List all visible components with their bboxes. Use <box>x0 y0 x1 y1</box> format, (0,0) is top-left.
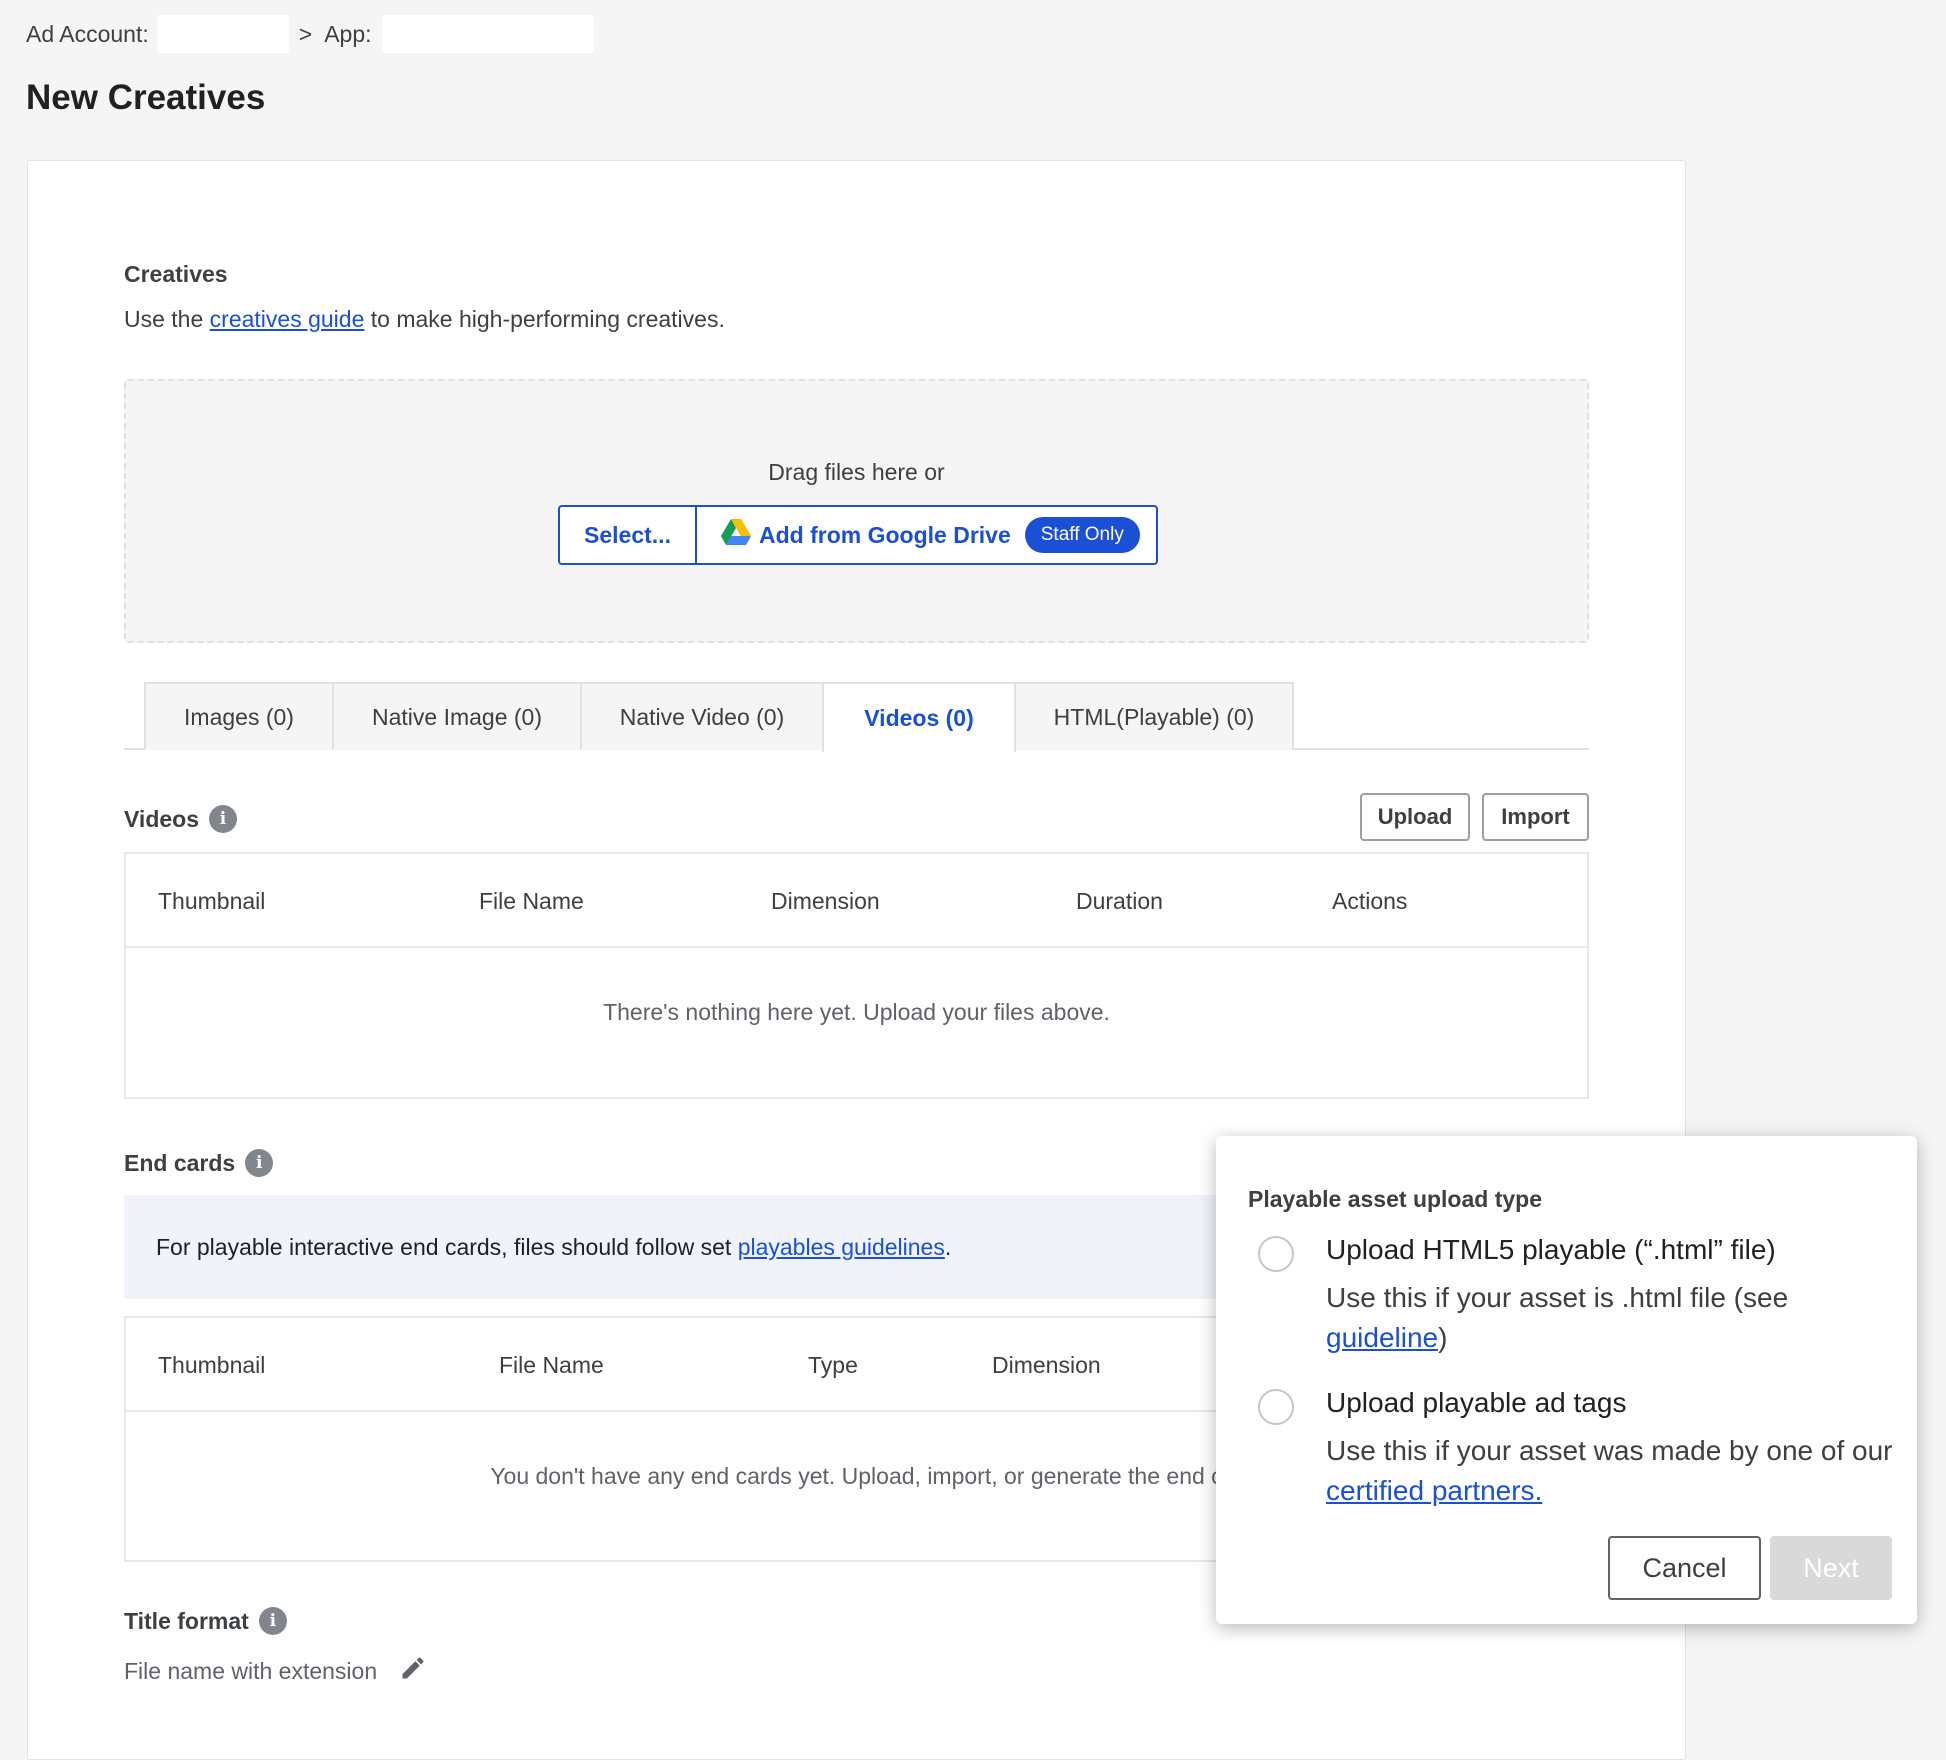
column-duration: Duration <box>1076 887 1163 914</box>
option-playable-ad-tags[interactable]: Upload playable ad tags Use this if your… <box>1258 1387 1898 1507</box>
tab-images[interactable]: Images (0) <box>144 682 334 750</box>
upload-button[interactable]: Upload <box>1360 793 1470 841</box>
videos-section-title: Videos i <box>124 805 237 833</box>
creatives-helper-text: Use the creatives guide to make high-per… <box>124 306 725 333</box>
option-description: Use this if your asset is .html file (se… <box>1326 1278 1896 1358</box>
breadcrumb-separator: > <box>298 20 313 47</box>
next-button[interactable]: Next <box>1770 1536 1892 1600</box>
playable-upload-type-popover: Playable asset upload type Upload HTML5 … <box>1216 1136 1917 1624</box>
helper-prefix: Use the <box>124 306 210 332</box>
google-drive-label: Add from Google Drive <box>759 521 1011 548</box>
option-label: Upload HTML5 playable (“.html” file) <box>1326 1234 1776 1265</box>
column-type: Type <box>808 1351 858 1378</box>
google-drive-icon <box>721 518 751 552</box>
breadcrumb: Ad Account: > App: <box>26 14 594 54</box>
dropzone-text: Drag files here or <box>768 459 945 485</box>
notice-suffix: . <box>944 1233 952 1260</box>
end-cards-section-title: End cards i <box>124 1149 274 1177</box>
tab-native-image[interactable]: Native Image (0) <box>332 682 582 750</box>
certified-partners-link[interactable]: certified partners. <box>1326 1475 1542 1506</box>
creatives-guide-link[interactable]: creatives guide <box>210 306 365 332</box>
videos-table: Thumbnail File Name Dimension Duration A… <box>124 852 1589 1099</box>
creatives-title-text: Creatives <box>124 261 228 287</box>
helper-suffix: to make high-performing creatives. <box>364 306 725 332</box>
notice-prefix: For playable interactive end cards, file… <box>156 1233 732 1260</box>
option-desc-prefix: Use this if your asset was made by one o… <box>1326 1435 1893 1466</box>
option-desc-prefix: Use this if your asset is .html file (se… <box>1326 1282 1789 1313</box>
title-format-title-text: Title format <box>124 1607 249 1634</box>
guideline-link[interactable]: guideline <box>1326 1322 1438 1353</box>
pencil-icon[interactable] <box>399 1654 427 1688</box>
column-dimension: Dimension <box>992 1351 1101 1378</box>
add-from-google-drive-button[interactable]: Add from Google Drive Staff Only <box>697 507 1156 563</box>
videos-table-header: Thumbnail File Name Dimension Duration A… <box>126 854 1587 948</box>
radio-unchecked-icon[interactable] <box>1258 1389 1294 1425</box>
app-value[interactable] <box>381 15 594 53</box>
cancel-button[interactable]: Cancel <box>1608 1536 1761 1600</box>
column-file-name: File Name <box>479 887 584 914</box>
column-dimension: Dimension <box>771 887 880 914</box>
tab-videos[interactable]: Videos (0) <box>822 682 1016 752</box>
option-desc-suffix: ) <box>1438 1322 1448 1353</box>
file-dropzone[interactable]: Drag files here or Select... Add from Go… <box>124 379 1589 643</box>
select-files-button[interactable]: Select... <box>560 507 697 563</box>
creatives-section-title: Creatives <box>124 261 228 288</box>
videos-empty-state: There's nothing here yet. Upload your fi… <box>603 999 1110 1025</box>
option-html5-playable[interactable]: Upload HTML5 playable (“.html” file) Use… <box>1258 1234 1898 1354</box>
tab-html-playable[interactable]: HTML(Playable) (0) <box>1014 682 1294 750</box>
upload-button-group: Select... Add from Google Drive Staff On… <box>558 505 1158 565</box>
info-icon[interactable]: i <box>245 1149 274 1177</box>
title-format-text: File name with extension <box>124 1657 378 1684</box>
column-thumbnail: Thumbnail <box>158 1351 266 1378</box>
popover-title: Playable asset upload type <box>1248 1186 1543 1212</box>
info-icon[interactable]: i <box>258 1607 287 1635</box>
import-button[interactable]: Import <box>1482 793 1589 841</box>
title-format-section-title: Title format i <box>124 1607 287 1635</box>
radio-unchecked-icon[interactable] <box>1258 1236 1294 1272</box>
app-label: App: <box>324 20 372 47</box>
title-format-value: File name with extension <box>124 1654 427 1688</box>
column-thumbnail: Thumbnail <box>158 887 266 914</box>
column-actions: Actions <box>1332 887 1408 914</box>
option-label: Upload playable ad tags <box>1326 1387 1627 1418</box>
playables-guidelines-link[interactable]: playables guidelines <box>738 1234 945 1261</box>
info-icon[interactable]: i <box>209 805 237 833</box>
page-title: New Creatives <box>26 78 266 117</box>
tab-native-video[interactable]: Native Video (0) <box>580 682 824 750</box>
option-description: Use this if your asset was made by one o… <box>1326 1431 1896 1511</box>
staff-only-badge: Staff Only <box>1024 517 1140 553</box>
videos-title-text: Videos <box>124 805 199 832</box>
creative-type-tabs: Images (0) Native Image (0) Native Video… <box>124 682 1589 752</box>
end-cards-title-text: End cards <box>124 1149 236 1176</box>
ad-account-label: Ad Account: <box>26 20 149 47</box>
ad-account-value[interactable] <box>156 15 289 53</box>
column-file-name: File Name <box>499 1351 604 1378</box>
